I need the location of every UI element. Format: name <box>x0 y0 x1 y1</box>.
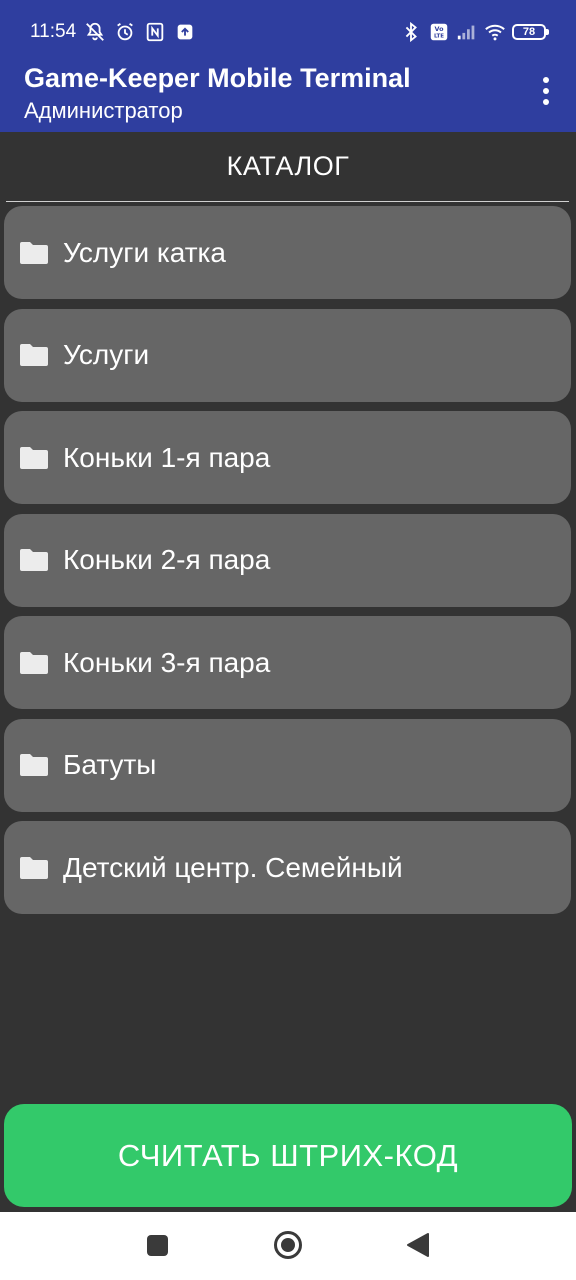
status-left-icons <box>84 20 196 44</box>
catalog-list: Услуги катка Услуги Коньки 1-я пара Конь… <box>4 206 572 924</box>
upload-icon <box>174 21 196 43</box>
screen: 11:54 Vo LTE 78 Game-Keeper Mobile Termi… <box>0 0 576 1280</box>
status-time: 11:54 <box>30 21 77 42</box>
catalog-item[interactable]: Коньки 1-я пара <box>4 411 571 504</box>
catalog-divider <box>6 201 569 202</box>
status-right-icons: Vo LTE 78 <box>400 20 549 44</box>
nfc-icon <box>144 21 166 43</box>
app-subtitle: Администратор <box>24 98 183 123</box>
catalog-item[interactable]: Детский центр. Семейный <box>4 821 571 914</box>
catalog-item[interactable]: Коньки 3-я пара <box>4 616 571 709</box>
scan-barcode-button[interactable]: СЧИТАТЬ ШТРИХ-КОД <box>4 1104 572 1207</box>
folder-icon <box>18 650 50 676</box>
catalog-item-label: Детский центр. Семейный <box>63 851 403 883</box>
app-title: Game-Keeper Mobile Terminal <box>24 63 411 93</box>
catalog-item[interactable]: Услуги катка <box>4 206 571 299</box>
catalog-item[interactable]: Услуги <box>4 308 571 402</box>
bluetooth-icon <box>400 21 422 43</box>
recents-icon[interactable] <box>147 1235 168 1256</box>
catalog-item[interactable]: Батуты <box>4 718 571 812</box>
folder-icon <box>18 445 50 471</box>
status-bar: 11:54 Vo LTE 78 <box>0 0 576 62</box>
catalog-item-label: Коньки 3-я пара <box>63 646 271 678</box>
catalog-item-label: Коньки 1-я пара <box>63 441 271 473</box>
catalog-item-label: Услуги <box>63 339 150 370</box>
top-bar: 11:54 Vo LTE 78 Game-Keeper Mobile Termi… <box>0 0 576 132</box>
back-icon[interactable] <box>406 1232 430 1258</box>
svg-text:Vo: Vo <box>434 25 444 33</box>
overflow-dot <box>543 77 549 83</box>
mute-icon <box>84 21 106 43</box>
signal-icon <box>456 21 478 43</box>
catalog-item-label: Услуги катка <box>63 236 226 268</box>
folder-icon <box>18 342 50 368</box>
catalog-item[interactable]: Коньки 2-я пара <box>4 513 571 607</box>
volte-icon: Vo LTE <box>428 21 450 43</box>
overflow-dot <box>543 99 549 105</box>
battery-icon: 78 <box>512 24 549 40</box>
folder-icon <box>18 855 50 881</box>
system-nav-bar <box>0 1212 576 1280</box>
catalog-item-label: Коньки 2-я пара <box>63 544 271 575</box>
home-icon[interactable] <box>273 1230 303 1260</box>
wifi-icon <box>484 21 506 43</box>
folder-icon <box>18 547 50 573</box>
catalog-item-label: Батуты <box>63 749 157 780</box>
more-vert-icon[interactable] <box>530 70 562 112</box>
svg-text:LTE: LTE <box>434 34 444 40</box>
folder-icon <box>18 752 50 778</box>
folder-icon <box>18 240 50 266</box>
overflow-dot <box>543 88 549 94</box>
alarm-icon <box>114 21 136 43</box>
catalog-title: КАТАЛОГ <box>226 151 350 181</box>
